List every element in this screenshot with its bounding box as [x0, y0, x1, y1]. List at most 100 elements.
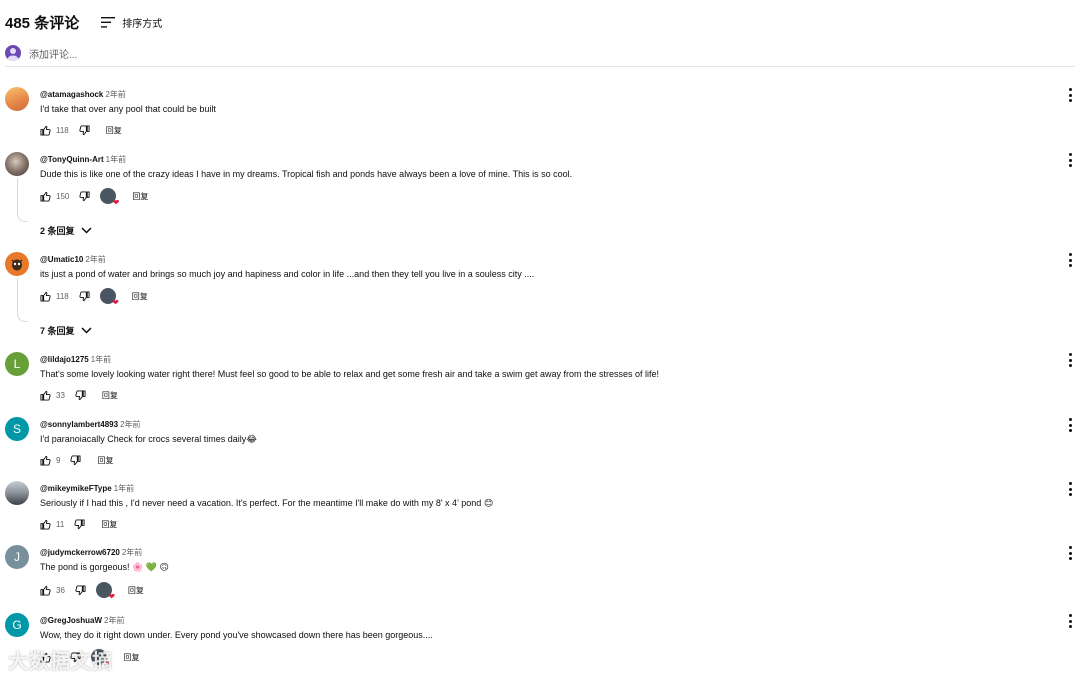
comment-author[interactable]: @judymckerrow6720: [40, 548, 120, 557]
dislike-icon[interactable]: [79, 190, 90, 202]
dislike-icon[interactable]: [79, 124, 90, 136]
like-icon[interactable]: [40, 585, 51, 596]
comment-time[interactable]: 2年前: [122, 548, 142, 557]
more-options-icon[interactable]: [1065, 88, 1075, 102]
creator-heart-avatar: ❤: [95, 582, 115, 601]
reply-button[interactable]: 回复: [102, 390, 118, 401]
like-count: 118: [56, 125, 69, 135]
like-icon[interactable]: [40, 291, 51, 302]
comment-time[interactable]: 1年前: [114, 484, 134, 493]
more-options-icon[interactable]: [1065, 418, 1075, 432]
comment-time[interactable]: 2年前: [105, 90, 125, 99]
comments-header: 485 条评论 排序方式: [5, 12, 162, 33]
avatar[interactable]: [5, 252, 29, 276]
comment-author[interactable]: @GregJoshuaW: [40, 616, 102, 625]
reply-button[interactable]: 回复: [132, 291, 148, 302]
avatar-letter: S: [12, 422, 21, 436]
comment-author[interactable]: @sonnylambert4893: [40, 420, 118, 429]
heart-icon: ❤: [108, 592, 115, 601]
heart-icon: ❤: [112, 198, 120, 207]
avatar-letter: L: [13, 357, 21, 371]
comment-time[interactable]: 1年前: [106, 155, 126, 164]
chevron-down-icon: [80, 227, 92, 234]
like-count: 150: [56, 191, 70, 201]
comment-text: I'd take that over any pool that could b…: [40, 104, 216, 114]
avatar-letter: J: [14, 550, 20, 564]
comment-author[interactable]: @TonyQuinn-Art: [40, 155, 104, 164]
like-icon[interactable]: [40, 455, 51, 466]
more-options-icon[interactable]: [1065, 153, 1075, 167]
creator-heart-avatar: ❤: [100, 188, 119, 207]
dislike-icon[interactable]: [79, 290, 90, 302]
like-count: 9: [56, 455, 61, 465]
reply-button[interactable]: 回复: [97, 455, 113, 466]
avatar[interactable]: G: [5, 613, 29, 637]
thread-line: [17, 178, 28, 222]
like-icon[interactable]: [40, 191, 51, 202]
comment-time[interactable]: 2年前: [120, 420, 140, 429]
comment-time[interactable]: 1年前: [91, 355, 111, 364]
comment-author[interactable]: @mikeymikeFType: [40, 484, 112, 493]
reply-button[interactable]: 回复: [128, 585, 144, 596]
more-options-icon[interactable]: [1065, 482, 1075, 496]
avatar[interactable]: [5, 87, 29, 111]
avatar[interactable]: L: [5, 352, 29, 376]
like-count: 33: [56, 390, 65, 400]
like-count: 11: [56, 519, 65, 529]
creator-heart-avatar: ❤: [99, 288, 119, 307]
add-comment-row: 添加评论...: [5, 45, 1075, 67]
comment-text-row: I'd paranoiacally Check for crocs severa…: [40, 434, 257, 445]
watermark: 大数据文摘: [8, 651, 113, 673]
like-icon[interactable]: [40, 519, 51, 530]
sort-label: 排序方式: [122, 19, 163, 30]
like-count: 36: [56, 585, 65, 595]
avatar[interactable]: [5, 152, 29, 176]
like-count: 118: [56, 291, 69, 301]
more-options-icon[interactable]: [1065, 353, 1075, 367]
dislike-icon[interactable]: [74, 518, 85, 530]
avatar-letter: G: [12, 618, 22, 632]
reply-button[interactable]: 回复: [123, 652, 139, 663]
emoji: 😂: [246, 434, 257, 444]
comment-text-row: The pond is gorgeous! 🌸 💚 🙃: [40, 562, 169, 573]
dislike-icon[interactable]: [75, 389, 86, 401]
comment-text: Wow, they do it right down under. Every …: [40, 630, 433, 640]
more-options-icon[interactable]: [1065, 614, 1075, 628]
view-replies-button[interactable]: 7 条回复: [40, 324, 92, 337]
replies-count: 7 条回复: [40, 326, 75, 336]
reply-button[interactable]: 回复: [101, 519, 117, 530]
avatar[interactable]: S: [5, 417, 29, 441]
like-icon[interactable]: [40, 390, 51, 401]
comment-time[interactable]: 2年前: [85, 255, 105, 264]
comment-text: Seriously if I had this , I'd never need…: [40, 498, 482, 508]
dislike-icon[interactable]: [75, 584, 86, 596]
avatar[interactable]: J: [5, 545, 29, 569]
comment-count: 485 条评论: [5, 15, 80, 32]
like-icon[interactable]: [40, 125, 51, 136]
replies-count: 2 条回复: [40, 226, 75, 236]
comment-text: Dude this is like one of the crazy ideas…: [40, 169, 573, 179]
sort-button[interactable]: 排序方式: [101, 15, 162, 30]
comment-author[interactable]: @lildajo1275: [40, 355, 89, 364]
add-comment-input[interactable]: 添加评论...: [29, 46, 77, 61]
dislike-icon[interactable]: [70, 454, 81, 466]
emoji: 🌸 💚 🙃: [132, 562, 169, 572]
comment-text: That's some lovely looking water right t…: [40, 369, 660, 379]
user-avatar: [5, 45, 21, 61]
reply-button[interactable]: 回复: [132, 191, 148, 202]
more-options-icon[interactable]: [1065, 546, 1075, 560]
comment-time[interactable]: 2年前: [104, 616, 124, 625]
comment-author[interactable]: @atamagashock: [40, 90, 103, 99]
reply-button[interactable]: 回复: [106, 125, 122, 136]
comment-author[interactable]: @Umatic10: [40, 255, 83, 264]
comment-text-row: Seriously if I had this , I'd never need…: [40, 498, 493, 509]
avatar[interactable]: [5, 481, 29, 505]
heart-icon: ❤: [112, 298, 119, 307]
sort-icon: [101, 17, 116, 28]
more-options-icon[interactable]: [1065, 253, 1075, 267]
comment-text: its just a pond of water and brings so m…: [40, 269, 535, 279]
chevron-down-icon: [80, 327, 92, 334]
thread-line: [17, 278, 28, 322]
comment-text: The pond is gorgeous!: [40, 562, 130, 572]
view-replies-button[interactable]: 2 条回复: [40, 224, 92, 237]
